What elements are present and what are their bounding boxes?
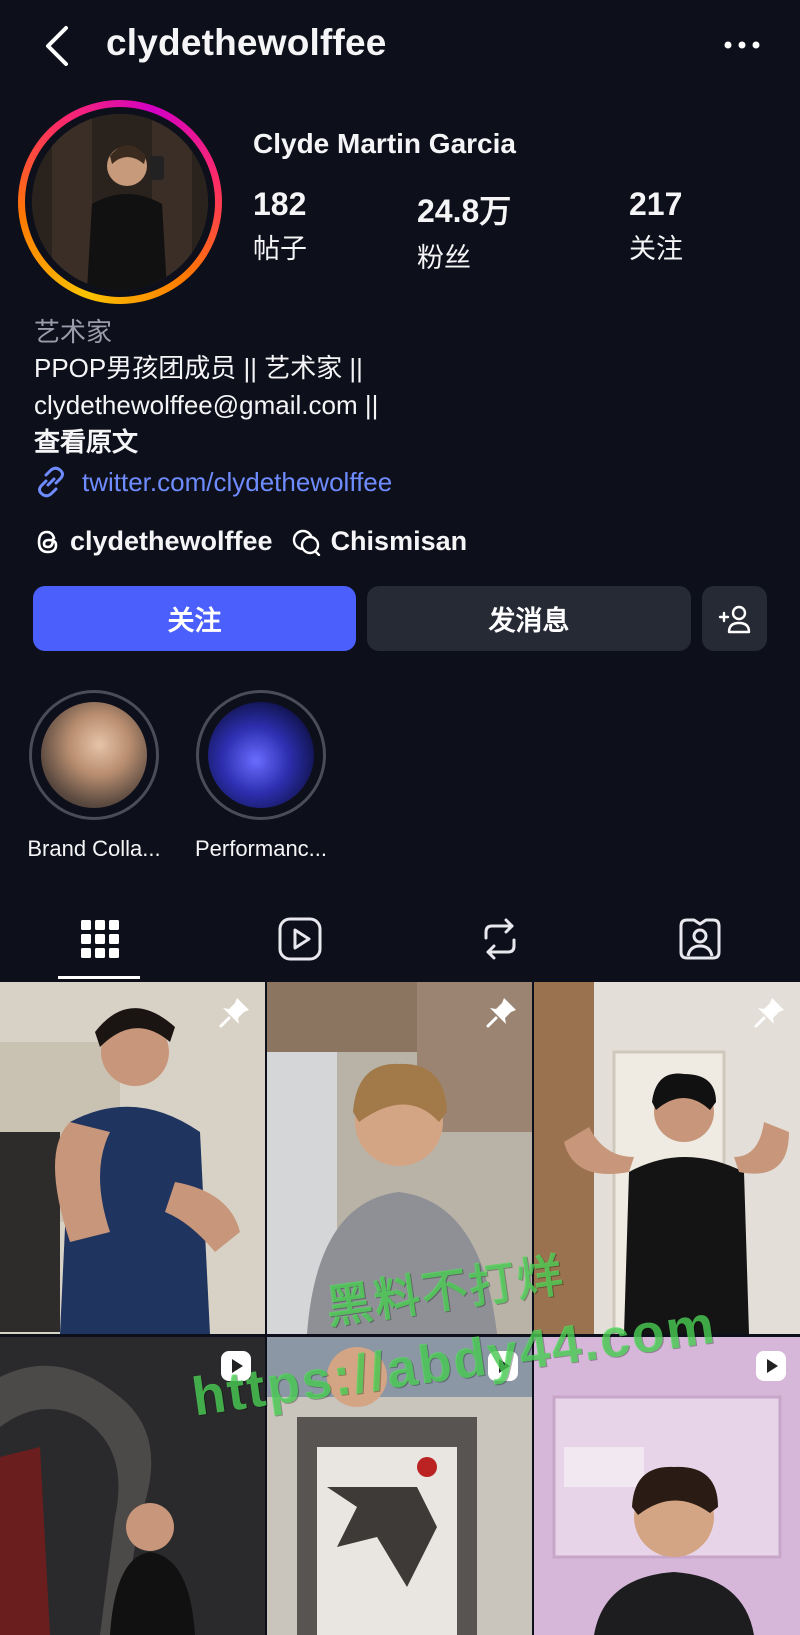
- tab-tagged[interactable]: [600, 896, 800, 982]
- threads-handle[interactable]: clydethewolffee: [70, 526, 273, 557]
- profile-username: clydethewolffee: [106, 22, 387, 63]
- external-link-text: twitter.com/clydethewolffee: [82, 466, 393, 497]
- active-tab-indicator: [58, 976, 140, 979]
- highlight-performance[interactable]: Performanc...: [191, 690, 331, 862]
- profile-category: 艺术家: [34, 317, 113, 347]
- full-name: Clyde Martin Garcia: [253, 128, 516, 159]
- following-stat[interactable]: 217 关注: [629, 186, 683, 266]
- tab-reposts[interactable]: [400, 896, 600, 982]
- content-tabs: [0, 896, 800, 982]
- reel-icon: [756, 1351, 786, 1381]
- back-arrow-icon[interactable]: [38, 22, 78, 70]
- threads-icon: [37, 530, 58, 553]
- following-count: 217: [629, 186, 683, 222]
- posts-stat[interactable]: 182 帖子: [253, 186, 307, 266]
- pinned-icon: [486, 998, 516, 1028]
- pinned-icon: [754, 998, 784, 1028]
- grid-post[interactable]: [0, 982, 265, 1334]
- reels-icon: [278, 917, 322, 961]
- tab-reels[interactable]: [200, 896, 400, 982]
- threads-row: clydethewolffee Chismisan: [34, 526, 467, 557]
- more-options-icon[interactable]: [722, 30, 762, 60]
- highlight-thumbnail: [208, 702, 314, 808]
- link-icon: [38, 466, 64, 498]
- tab-grid[interactable]: [0, 896, 200, 982]
- avatar: [32, 114, 208, 290]
- posts-label: 帖子: [253, 234, 307, 264]
- grid-post[interactable]: [534, 982, 800, 1334]
- bio: 艺术家 PPOP男孩团成员 || 艺术家 || clydethewolffee@…: [34, 314, 774, 461]
- following-label: 关注: [629, 234, 683, 264]
- grid-icon: [81, 920, 119, 958]
- highlight-label: Performanc...: [194, 836, 328, 861]
- add-person-icon: [718, 605, 750, 633]
- external-link[interactable]: twitter.com/clydethewolffee: [34, 464, 392, 500]
- highlight-brand[interactable]: Brand Colla...: [24, 690, 164, 862]
- bio-line-2: clydethewolffee@gmail.com ||: [34, 390, 379, 420]
- message-button[interactable]: 发消息: [367, 586, 691, 651]
- reposts-icon: [484, 918, 516, 960]
- top-bar: clydethewolffee: [0, 0, 800, 92]
- see-translation-link[interactable]: 查看原文: [34, 424, 774, 461]
- grid-post[interactable]: [534, 1337, 800, 1635]
- tagged-icon: [679, 918, 721, 960]
- followers-stat[interactable]: 24.8万 粉丝: [417, 186, 511, 275]
- highlight-thumbnail: [41, 702, 147, 808]
- followers-label: 粉丝: [417, 243, 471, 273]
- posts-count: 182: [253, 186, 307, 222]
- story-ring[interactable]: [18, 100, 222, 304]
- followers-count: 24.8万: [417, 193, 512, 229]
- extra-handle[interactable]: Chismisan: [331, 526, 468, 557]
- bio-line-1: PPOP男孩团成员 || 艺术家 ||: [34, 353, 363, 383]
- highlight-ring: [196, 690, 326, 820]
- suggest-users-button[interactable]: [702, 586, 767, 651]
- highlight-label: Brand Colla...: [27, 836, 161, 861]
- chat-bubbles-icon: [292, 529, 320, 556]
- follow-button[interactable]: 关注: [33, 586, 356, 651]
- highlight-ring: [29, 690, 159, 820]
- pinned-icon: [219, 998, 249, 1028]
